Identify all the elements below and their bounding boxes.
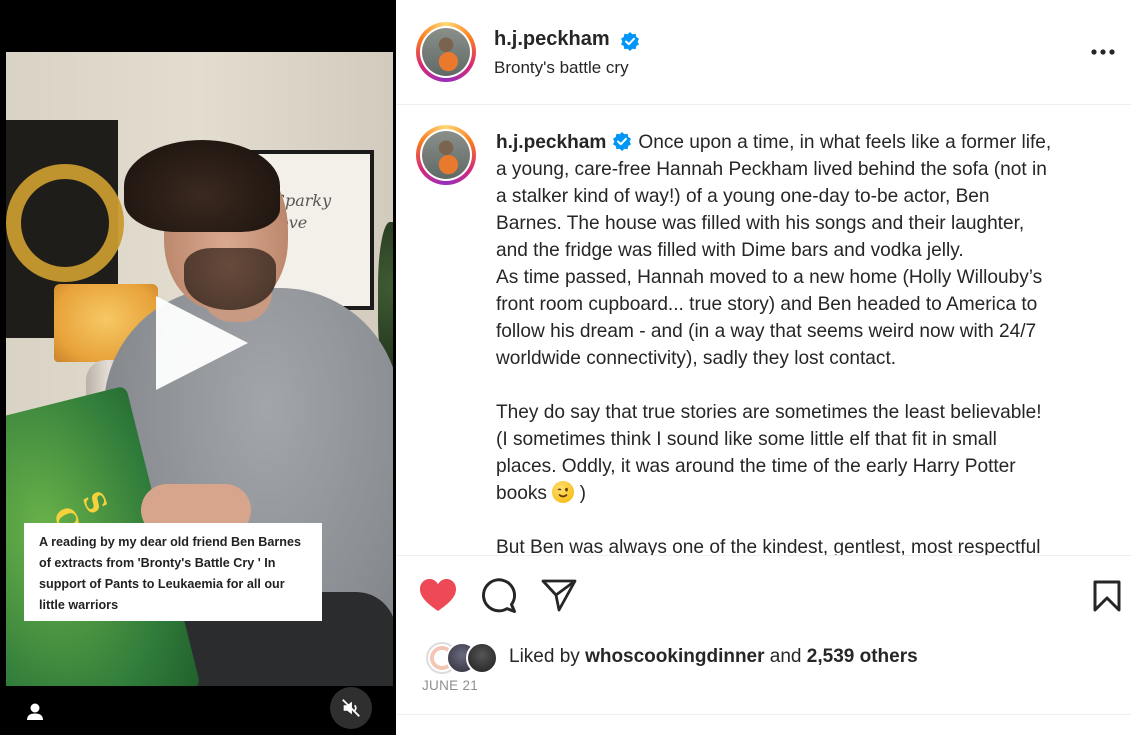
caption-line-1: h.j.peckham Once upon a time, in what fee… [496,129,1106,156]
liked-by-prefix: Liked by [509,646,580,667]
caption-text-line: (I sometimes think I sound like some lit… [496,429,997,450]
save-bookmark-icon[interactable] [1093,580,1121,612]
mute-button[interactable] [330,687,372,729]
person-hair [124,140,280,232]
caption-text-line: As time passed, Hannah moved to a new ho… [496,267,1043,288]
caption-text-line: places. Oddly, it was around the time of… [496,456,1016,477]
header-username[interactable]: h.j.peckham [494,28,610,50]
post-date[interactable]: JUNE 21 [422,678,478,693]
caption-text-line-partial: But Ben was always one of the kindest, g… [496,537,1041,555]
like-heart-icon[interactable] [419,578,457,614]
caption-text-line: worldwide connectivity), sadly they lost… [496,348,897,369]
caption-text-line: a young, care-free Hannah Peckham lived … [496,159,1047,180]
divider [396,714,1131,715]
liked-by-others-link[interactable]: 2,539 others [807,646,918,667]
liked-by-text: Liked by whoscookingdinner and 2,539 oth… [509,646,918,668]
header-username-row: h.j.peckham [494,28,640,51]
post-caption: h.j.peckham Once upon a time, in what fee… [496,129,1106,555]
wall-art-gold-ring [6,164,124,282]
likes-summary: Liked by whoscookingdinner and 2,539 oth… [426,642,1026,674]
post-details-panel: h.j.peckham Bronty's battle cry h.j.peck… [396,0,1131,735]
avatar-image [422,28,470,76]
post-actions-section: Liked by whoscookingdinner and 2,539 oth… [396,555,1131,736]
winking-face-emoji-icon [552,481,575,503]
caption-text-fragment: books [496,483,547,504]
more-options-icon[interactable] [1090,42,1116,62]
caption-text-fragment: ) [579,483,586,504]
liked-by-joiner: and [769,646,802,667]
person-tag-icon[interactable] [24,700,50,726]
post-location-subtitle[interactable]: Bronty's battle cry [494,58,629,78]
speaker-muted-icon [342,699,360,717]
video-panel[interactable]: Sparky love S CRY A reading by my dear o… [0,0,396,735]
caption-avatar[interactable] [416,125,476,185]
caption-text-line: They do say that true stories are someti… [496,402,1042,423]
person-tag-svg [27,703,43,720]
caption-text-line: Once upon a time, in what feels like a f… [638,132,1052,153]
liker-avatar[interactable] [466,642,498,674]
caption-text-line: a stalker kind of way!) of a young one-d… [496,186,990,207]
header-avatar[interactable] [416,22,476,82]
caption-text-line: and the fridge was filled with Dime bars… [496,240,964,261]
caption-text-line: books ) [496,480,1106,507]
caption-username[interactable]: h.j.peckham [496,132,606,153]
caption-avatar-image [422,131,470,179]
play-icon[interactable] [156,296,248,390]
comments-scroll-area[interactable]: h.j.peckham Once upon a time, in what fee… [396,105,1131,555]
caption-verified-badge-icon [613,132,632,151]
share-paper-plane-icon[interactable] [541,578,577,612]
caption-text-line: front room cupboard... true story) and B… [496,294,1038,315]
verified-badge-icon [621,31,640,51]
caption-text-line: Barnes. The house was filled with his so… [496,213,1025,234]
comment-bubble-icon[interactable] [481,578,517,614]
video-overlay-caption: A reading by my dear old friend Ben Barn… [24,523,322,621]
liked-by-user-link[interactable]: whoscookingdinner [585,646,764,667]
post-header: h.j.peckham Bronty's battle cry [396,0,1131,105]
caption-text-line: follow his dream - and (in a way that se… [496,321,1037,342]
